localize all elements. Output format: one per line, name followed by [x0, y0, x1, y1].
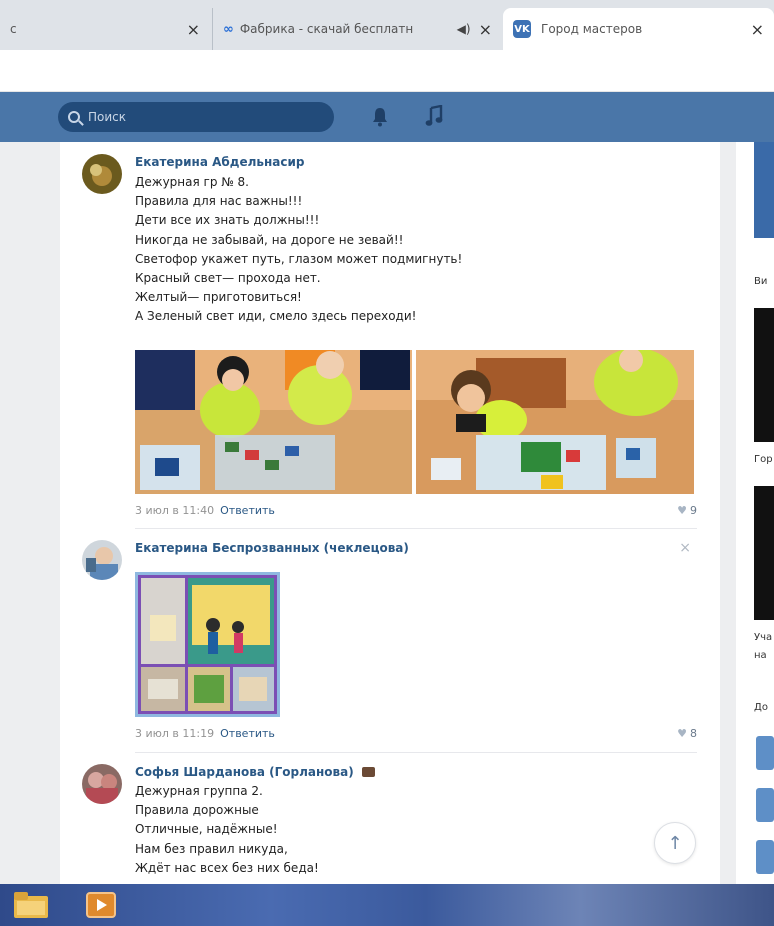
- music-note-icon[interactable]: [425, 105, 443, 127]
- comment-date[interactable]: 3 июл в 11:19: [135, 726, 214, 742]
- comment-text-line: Светофор укажет путь, глазом может подми…: [135, 251, 463, 266]
- speaker-icon[interactable]: ◀): [457, 22, 471, 36]
- comment-body: Софья Шарданова (Горланова) Дежурная гру…: [135, 764, 697, 878]
- comment-text-line: Нам без правил никуда,: [135, 841, 288, 856]
- reply-link[interactable]: Ответить: [220, 503, 275, 519]
- media-player-icon[interactable]: [86, 892, 116, 918]
- list-icon[interactable]: [756, 840, 774, 874]
- list-icon[interactable]: [756, 736, 774, 770]
- sidebar-video-title[interactable]: на: [754, 650, 767, 661]
- comment-text-line: Правила для нас важны!!!: [135, 194, 303, 209]
- like-button[interactable]: ♥ 9: [677, 503, 697, 519]
- comment-text-line: Дежурная группа 2.: [135, 784, 263, 798]
- divider: [135, 752, 697, 753]
- close-icon[interactable]: ×: [479, 20, 492, 39]
- folder-icon[interactable]: [14, 892, 48, 918]
- comment-text-line: Никогда не забывай, на дороге не зевай!!: [135, 232, 404, 247]
- site-header: [0, 92, 774, 142]
- comment-author-link[interactable]: Софья Шарданова (Горланова): [135, 765, 354, 779]
- vk-favicon-icon: VK: [513, 20, 531, 38]
- browser-tab-strip: с × ∞ Фабрика - скачай бесплатн ◀) × VK …: [0, 0, 774, 50]
- comment-text-line: Красный свет— прохода нет.: [135, 271, 321, 286]
- avatar[interactable]: [82, 154, 122, 194]
- avatar[interactable]: [82, 540, 122, 580]
- browser-toolbar: [0, 50, 774, 92]
- like-button[interactable]: ♥ 8: [677, 726, 697, 742]
- tab-title: Фабрика - скачай бесплатн: [239, 22, 414, 36]
- scroll-to-top-button[interactable]: ↑: [654, 822, 696, 864]
- browser-tab-1[interactable]: с ×: [0, 8, 210, 50]
- heart-icon: ♥: [677, 727, 687, 740]
- sidebar-video-title[interactable]: Уча: [754, 632, 772, 643]
- comment-meta: 3 июл в 11:19 Ответить ♥ 8: [135, 726, 697, 742]
- arrow-up-icon: ↑: [667, 832, 683, 854]
- search-icon: [68, 111, 80, 123]
- infinity-favicon-icon: ∞: [223, 21, 234, 37]
- attached-photo[interactable]: [416, 350, 694, 494]
- tab-title: Город мастеров: [541, 22, 643, 36]
- comment-text-line: А Зеленый свет иди, смело здесь переходи…: [135, 309, 417, 324]
- comment-text-line: Ждёт нас всех без них беда!: [135, 860, 319, 875]
- browser-tab-2[interactable]: ∞ Фабрика - скачай бесплатн ◀) ×: [212, 8, 502, 50]
- comment-date[interactable]: 3 июл в 11:40: [135, 503, 214, 519]
- play-icon: [97, 899, 107, 911]
- list-icon[interactable]: [756, 788, 774, 822]
- heart-icon: ♥: [677, 504, 687, 517]
- search-box[interactable]: [58, 102, 334, 132]
- os-taskbar: [0, 884, 774, 926]
- like-count: 8: [690, 727, 697, 740]
- comment-text-line: Отличные, надёжные!: [135, 822, 278, 837]
- like-count: 9: [690, 504, 697, 517]
- close-icon[interactable]: ×: [751, 20, 764, 39]
- sidebar-heading: До: [754, 702, 768, 713]
- comment-text-line: Дети все их знать должны!!!: [135, 213, 320, 228]
- close-icon[interactable]: ×: [679, 540, 691, 556]
- comment-text-line: Правила дорожные: [135, 803, 259, 818]
- avatar[interactable]: [82, 764, 122, 804]
- attached-photo[interactable]: [135, 572, 280, 717]
- comment-text-line: Желтый— приготовиться!: [135, 290, 302, 305]
- sidebar-video-title[interactable]: Гор: [754, 454, 773, 465]
- reply-link[interactable]: Ответить: [220, 726, 275, 742]
- search-input[interactable]: [88, 110, 288, 124]
- suitcase-emoji-icon: [361, 767, 375, 777]
- sidebar-video-thumbnail[interactable]: [754, 486, 774, 620]
- sidebar-video-thumbnail[interactable]: [754, 308, 774, 442]
- comment-author-link[interactable]: Екатерина Беспрозванных (чеклецова): [135, 540, 697, 556]
- browser-tab-3[interactable]: VK Город мастеров ×: [503, 8, 774, 50]
- sidebar-thumbnail[interactable]: [754, 142, 774, 238]
- comment-body: Екатерина Абдельнасир Дежурная гр № 8. П…: [135, 154, 697, 327]
- bell-icon[interactable]: [372, 107, 388, 127]
- comment-meta: 3 июл в 11:40 Ответить ♥ 9: [135, 503, 697, 519]
- attached-photo[interactable]: [135, 350, 412, 494]
- divider: [135, 528, 697, 529]
- close-icon[interactable]: ×: [187, 20, 200, 39]
- comment-author-link[interactable]: Екатерина Абдельнасир: [135, 154, 697, 170]
- tab-title: с: [10, 22, 17, 36]
- comment-body: Екатерина Беспрозванных (чеклецова) ×: [135, 540, 697, 556]
- comment-text-line: Дежурная гр № 8.: [135, 175, 249, 189]
- right-sidebar: Ви Гор Уча на До: [736, 142, 774, 884]
- sidebar-heading: Ви: [754, 276, 768, 287]
- comment-author-row: Софья Шарданова (Горланова): [135, 764, 697, 780]
